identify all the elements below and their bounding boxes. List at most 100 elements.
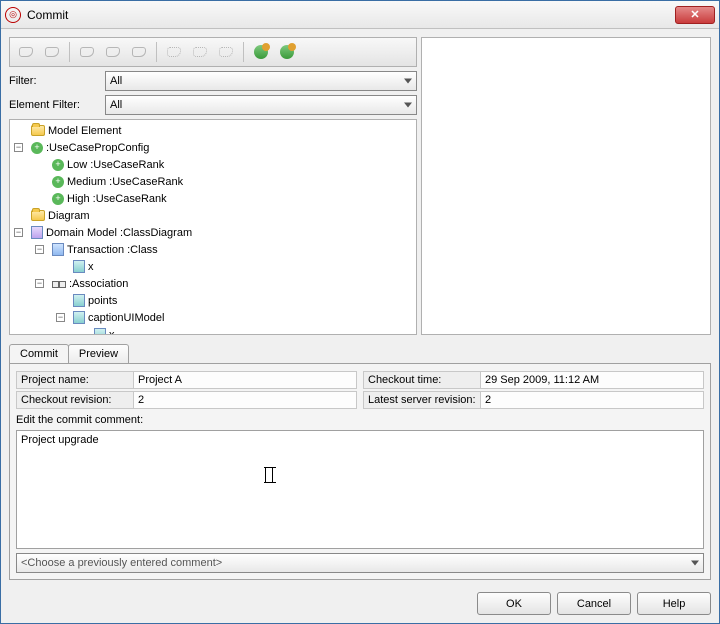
toolbar-btn-4[interactable] [101, 41, 125, 63]
cancel-button[interactable]: Cancel [557, 592, 631, 615]
tab-panel-commit: Project name: Project A Checkout revisio… [9, 363, 711, 580]
toolbar-btn-expand-all[interactable] [249, 41, 273, 63]
tree-label: Model Element [48, 125, 121, 137]
tree-node-x1[interactable]: x [10, 258, 416, 275]
toolbar-separator [243, 42, 244, 62]
button-row: OK Cancel Help [9, 586, 711, 615]
tab-preview[interactable]: Preview [68, 344, 129, 363]
tree-node-points[interactable]: points [10, 292, 416, 309]
association-icon [52, 280, 66, 288]
tree-label: Low :UseCaseRank [67, 159, 164, 171]
element-filter-label: Element Filter: [9, 99, 101, 111]
tree-node-diagram[interactable]: Diagram [10, 207, 416, 224]
tree-node-transaction[interactable]: − Transaction :Class [10, 241, 416, 258]
added-icon: + [52, 176, 64, 188]
chevron-down-icon [691, 561, 699, 566]
filter-combo[interactable]: All [105, 71, 417, 91]
added-icon: + [31, 142, 43, 154]
toolbar-btn-1[interactable] [14, 41, 38, 63]
toolbar-btn-7[interactable] [188, 41, 212, 63]
element-filter-combo[interactable]: All [105, 95, 417, 115]
commit-dialog: ◎ Commit ✕ [0, 0, 720, 624]
ok-button[interactable]: OK [477, 592, 551, 615]
class-icon [52, 243, 64, 256]
chevron-down-icon [404, 79, 412, 84]
tree-node-x2[interactable]: x [10, 326, 416, 335]
tree-label: x [88, 261, 94, 273]
info-grid: Project name: Project A Checkout revisio… [16, 370, 704, 410]
expander-icon[interactable]: − [14, 228, 23, 237]
previous-comment-placeholder: <Choose a previously entered comment> [21, 557, 222, 569]
added-icon: + [52, 159, 64, 171]
project-name-label: Project name: [16, 371, 134, 389]
folder-icon [31, 125, 45, 136]
previous-comment-combo[interactable]: <Choose a previously entered comment> [16, 553, 704, 573]
checkout-time-value: 29 Sep 2009, 11:12 AM [481, 371, 704, 389]
commit-comment-text: Project upgrade [21, 434, 99, 446]
tree-node-usecase-prop-config[interactable]: − + :UseCasePropConfig [10, 139, 416, 156]
tree-node-domain-model[interactable]: − Domain Model :ClassDiagram [10, 224, 416, 241]
toolbar [9, 37, 417, 67]
tree-node-model-element[interactable]: Model Element [10, 122, 416, 139]
toolbar-btn-3[interactable] [75, 41, 99, 63]
toolbar-btn-6[interactable] [162, 41, 186, 63]
toolbar-btn-5[interactable] [127, 41, 151, 63]
commit-comment-input[interactable]: Project upgrade [16, 430, 704, 549]
tree-label: captionUIModel [88, 312, 164, 324]
text-cursor-icon [265, 467, 273, 483]
tree-label: :Association [69, 278, 128, 290]
filter-row: Filter: All [9, 71, 417, 91]
titlebar: ◎ Commit ✕ [1, 1, 719, 29]
tree-label: :UseCasePropConfig [46, 142, 149, 154]
content: Filter: All Element Filter: All [1, 29, 719, 623]
checkout-time-label: Checkout time: [363, 371, 481, 389]
top-split: Filter: All Element Filter: All [9, 37, 711, 335]
latest-server-revision-value: 2 [481, 391, 704, 409]
chevron-down-icon [404, 103, 412, 108]
tree-label: x [109, 329, 115, 336]
tree-node-low-rank[interactable]: + Low :UseCaseRank [10, 156, 416, 173]
latest-server-revision-label: Latest server revision: [363, 391, 481, 409]
help-button[interactable]: Help [637, 592, 711, 615]
window-title: Commit [27, 8, 675, 22]
field-icon [94, 328, 106, 335]
tree-node-caption-ui-model[interactable]: − captionUIModel [10, 309, 416, 326]
tree-label: Transaction :Class [67, 244, 158, 256]
project-name-value: Project A [134, 371, 357, 389]
tree-node-medium-rank[interactable]: + Medium :UseCaseRank [10, 173, 416, 190]
tree-label: Domain Model :ClassDiagram [46, 227, 192, 239]
expander-icon[interactable]: − [56, 313, 65, 322]
element-filter-row: Element Filter: All [9, 95, 417, 115]
edit-comment-label: Edit the commit comment: [16, 414, 704, 426]
tree-label: Medium :UseCaseRank [67, 176, 183, 188]
toolbar-btn-8[interactable] [214, 41, 238, 63]
tree-label: Diagram [48, 210, 90, 222]
close-button[interactable]: ✕ [675, 6, 715, 24]
tree-label: points [88, 295, 117, 307]
checkout-revision-value: 2 [134, 391, 357, 409]
left-pane: Filter: All Element Filter: All [9, 37, 417, 335]
tabs-area: Commit Preview Project name: Project A C… [9, 341, 711, 580]
expander-icon[interactable]: − [35, 279, 44, 288]
checkout-revision-label: Checkout revision: [16, 391, 134, 409]
expander-icon[interactable]: − [35, 245, 44, 254]
folder-icon [31, 210, 45, 221]
diagram-icon [31, 226, 43, 239]
change-tree[interactable]: Model Element − + :UseCasePropConfig + L… [9, 119, 417, 335]
preview-pane [421, 37, 711, 335]
tab-commit[interactable]: Commit [9, 344, 69, 363]
filter-value: All [110, 75, 122, 87]
toolbar-separator [69, 42, 70, 62]
toolbar-btn-collapse-all[interactable] [275, 41, 299, 63]
tree-node-high-rank[interactable]: + High :UseCaseRank [10, 190, 416, 207]
app-icon: ◎ [5, 7, 21, 23]
tree-label: High :UseCaseRank [67, 193, 167, 205]
tree-node-association[interactable]: − :Association [10, 275, 416, 292]
toolbar-btn-2[interactable] [40, 41, 64, 63]
field-icon [73, 294, 85, 307]
toolbar-separator [156, 42, 157, 62]
expander-icon[interactable]: − [14, 143, 23, 152]
filter-label: Filter: [9, 75, 101, 87]
element-filter-value: All [110, 99, 122, 111]
added-icon: + [52, 193, 64, 205]
